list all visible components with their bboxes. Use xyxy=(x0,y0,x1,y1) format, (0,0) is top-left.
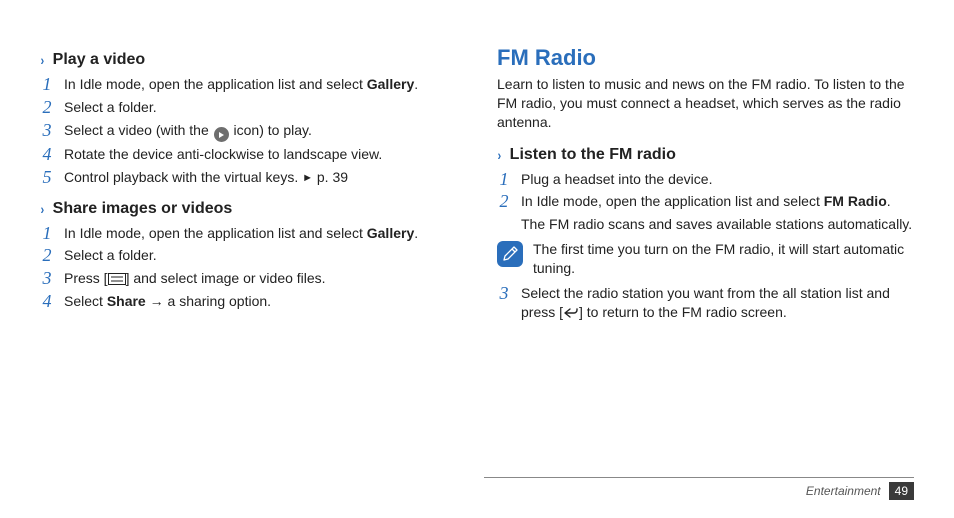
step-number: 2 xyxy=(497,192,511,212)
step-item: 4 Rotate the device anti-clockwise to la… xyxy=(40,145,457,165)
footer-page-number: 49 xyxy=(889,482,914,500)
step-item: 1 In Idle mode, open the application lis… xyxy=(40,224,457,244)
step-text: Select Share → a sharing option. xyxy=(64,292,457,311)
step-text: In Idle mode, open the application list … xyxy=(64,75,457,94)
step-text: Select a folder. xyxy=(64,246,457,265)
step-text: Rotate the device anti-clockwise to land… xyxy=(64,145,457,164)
step-text: Control playback with the virtual keys. … xyxy=(64,168,457,187)
step-item: 2 In Idle mode, open the application lis… xyxy=(497,192,914,234)
step-item: 2 Select a folder. xyxy=(40,98,457,118)
section-heading: FM Radio xyxy=(497,45,914,71)
steps-list: 1 Plug a headset into the device. 2 In I… xyxy=(497,170,914,322)
step-item: 1 Plug a headset into the device. xyxy=(497,170,914,190)
step-text: Select a folder. xyxy=(64,98,457,117)
note-icon xyxy=(497,241,523,267)
note-text: The first time you turn on the FM radio,… xyxy=(533,240,914,278)
step-text: Select a video (with the icon) to play. xyxy=(64,121,457,143)
step-number: 3 xyxy=(40,269,54,289)
step-item: 1 In Idle mode, open the application lis… xyxy=(40,75,457,95)
step-item: 3 Select a video (with the icon) to play… xyxy=(40,121,457,143)
step-item: 3 Press [] and select image or video fil… xyxy=(40,269,457,289)
step-item: 2 Select a folder. xyxy=(40,246,457,266)
subsection-title: Share images or videos xyxy=(53,200,233,218)
step-text: In Idle mode, open the application list … xyxy=(521,192,914,234)
back-key-icon xyxy=(563,307,579,319)
step-text: Select the radio station you want from t… xyxy=(521,284,914,322)
step-number: 2 xyxy=(40,246,54,266)
info-note: The first time you turn on the FM radio,… xyxy=(497,240,914,278)
play-icon xyxy=(214,127,229,142)
menu-key-icon xyxy=(108,273,126,285)
step-number: 1 xyxy=(497,170,511,190)
steps-list: 1 In Idle mode, open the application lis… xyxy=(40,75,457,188)
step-number: 3 xyxy=(40,121,54,141)
step-item: 4 Select Share → a sharing option. xyxy=(40,292,457,312)
step-number: 1 xyxy=(40,75,54,95)
subsection-heading: › Share images or videos xyxy=(40,200,457,218)
step-number: 4 xyxy=(40,292,54,312)
step-text: Press [] and select image or video files… xyxy=(64,269,457,288)
footer-category: Entertainment xyxy=(806,484,881,498)
step-number: 4 xyxy=(40,145,54,165)
step-number: 2 xyxy=(40,98,54,118)
step-number: 5 xyxy=(40,168,54,188)
subsection-heading: › Play a video xyxy=(40,51,457,69)
steps-list: 1 In Idle mode, open the application lis… xyxy=(40,224,457,312)
subsection-title: Play a video xyxy=(53,51,146,69)
step-text: In Idle mode, open the application list … xyxy=(64,224,457,243)
step-text: Plug a headset into the device. xyxy=(521,170,914,189)
step-item: 5 Control playback with the virtual keys… xyxy=(40,168,457,188)
chevron-right-icon: › xyxy=(40,52,44,68)
subsection-title: Listen to the FM radio xyxy=(510,146,676,164)
step-item: 3 Select the radio station you want from… xyxy=(497,284,914,322)
chevron-right-icon: › xyxy=(40,201,44,217)
step-number: 1 xyxy=(40,224,54,244)
subsection-heading: › Listen to the FM radio xyxy=(497,146,914,164)
section-intro: Learn to listen to music and news on the… xyxy=(497,75,914,132)
reference-arrow-icon: ► xyxy=(302,172,313,184)
chevron-right-icon: › xyxy=(497,147,501,163)
page-footer: Entertainment 49 xyxy=(806,482,914,500)
step-number: 3 xyxy=(497,284,511,304)
